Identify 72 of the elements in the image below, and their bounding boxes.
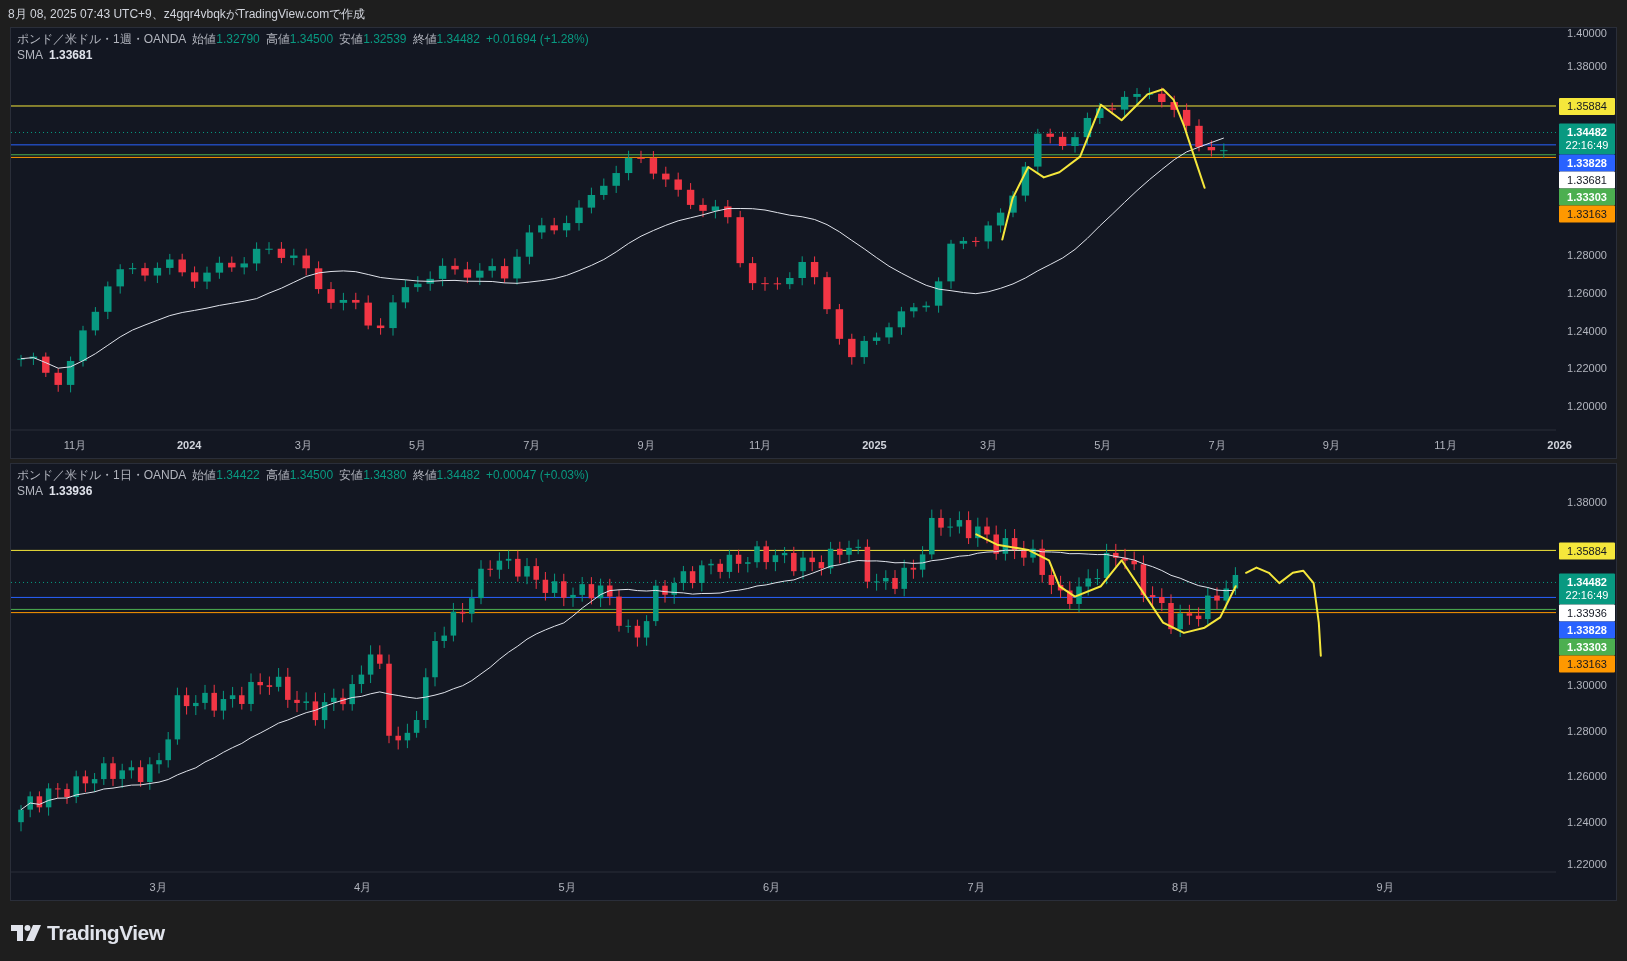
time-axis-label: 11月 xyxy=(63,439,87,451)
price-tag: 1.33828 xyxy=(1559,154,1615,172)
price-tick-label: 1.26000 xyxy=(1567,286,1607,299)
price-tick-label: 1.28000 xyxy=(1567,249,1607,261)
symbol-title: ポンド／米ドル・1日・OANDA xyxy=(17,468,187,482)
time-axis-label: 2024 xyxy=(176,439,202,451)
time-axis-label: 9月 xyxy=(637,439,655,451)
ohlc-label: 終値 xyxy=(412,32,437,46)
ohlc-label: 終値 xyxy=(412,468,437,482)
ohlc-value: 1.34380 xyxy=(363,468,407,482)
time-axis-label: 5月 xyxy=(1094,439,1112,451)
ohlc-label: 高値 xyxy=(265,468,290,482)
time-axis-label: 2025 xyxy=(862,439,887,451)
time-axis-label: 2026 xyxy=(1547,439,1572,451)
price-tick-label: 1.38000 xyxy=(1567,60,1607,72)
time-axis-label: 3月 xyxy=(149,881,167,893)
ohlc-value: 1.34500 xyxy=(289,32,334,46)
symbol-title: ポンド／米ドル・1週・OANDA xyxy=(17,32,187,46)
time-axis-label: 8月 xyxy=(1171,881,1190,893)
price-tick-label: 1.28000 xyxy=(1567,724,1607,737)
price-tag: 1.33303 xyxy=(1559,638,1615,656)
price-tag: 1.33303 xyxy=(1559,188,1615,206)
time-axis-label: 3月 xyxy=(980,439,998,451)
price-tag: 1.35884 xyxy=(1559,542,1615,560)
time-axis-label: 4月 xyxy=(353,881,372,893)
ohlc-value: 1.34482 xyxy=(436,32,480,46)
price-tag: 1.33163 xyxy=(1559,205,1615,223)
price-tag: 1.33163 xyxy=(1559,655,1615,673)
price-tick-label: 1.38000 xyxy=(1567,496,1607,508)
price-tick-label: 1.22000 xyxy=(1567,362,1607,375)
snapshot-caption: 8月 08, 2025 07:43 UTC+9、z4gqr4vbqkがTradingView.comで作成 xyxy=(8,5,366,23)
ohlc-label: 安値 xyxy=(339,468,364,482)
price-tick-label: 1.22000 xyxy=(1567,858,1607,870)
ohlc-label: 始値 xyxy=(192,468,217,482)
time-axis-label: 6月 xyxy=(762,881,781,893)
indicator-name: SMA xyxy=(17,48,43,62)
time-axis-label: 5月 xyxy=(409,439,427,451)
price-tag: 1.34482 22:16:49 xyxy=(1559,123,1615,155)
time-axis-label: 11月 xyxy=(1434,439,1457,451)
time-axis-label: 9月 xyxy=(1376,881,1394,893)
price-tick-label: 1.24000 xyxy=(1567,324,1607,337)
time-axis-label: 7月 xyxy=(1208,439,1226,451)
ohlc-label: 高値 xyxy=(265,32,290,46)
price-change: +0.01694 (+1.28%) xyxy=(485,32,589,46)
price-tag: 1.33828 xyxy=(1559,621,1615,639)
ohlc-value: 1.32790 xyxy=(216,32,260,46)
price-tick-label: 1.40000 xyxy=(1567,28,1607,39)
indicator-value: 1.33681 xyxy=(49,48,93,62)
time-axis-label: 3月 xyxy=(294,439,312,451)
price-tick-label: 1.24000 xyxy=(1567,816,1607,829)
time-axis-label: 9月 xyxy=(1322,439,1340,451)
ohlc-label: 安値 xyxy=(339,32,364,46)
price-tag: 1.33681 xyxy=(1559,171,1615,189)
ohlc-value: 1.34422 xyxy=(216,468,260,482)
ohlc-label: 始値 xyxy=(192,32,217,46)
price-tag: 1.33936 xyxy=(1559,604,1615,622)
price-tag: 1.34482 22:16:49 xyxy=(1559,573,1615,605)
brand-name: TradingView xyxy=(47,920,165,946)
time-axis-label: 7月 xyxy=(523,439,541,451)
ohlc-value: 1.32539 xyxy=(363,32,407,46)
price-tick-label: 1.20000 xyxy=(1567,400,1607,413)
price-tick-label: 1.26000 xyxy=(1567,770,1607,783)
indicator-value: 1.33936 xyxy=(49,484,93,498)
time-axis-label: 5月 xyxy=(558,881,576,893)
indicator-name: SMA xyxy=(17,484,43,498)
price-tick-label: 1.30000 xyxy=(1567,678,1607,691)
time-axis-label: 11月 xyxy=(749,439,772,451)
time-axis-label: 7月 xyxy=(967,881,985,893)
ohlc-value: 1.34500 xyxy=(289,468,334,482)
ohlc-value: 1.34482 xyxy=(436,468,480,482)
price-tag: 1.35884 xyxy=(1559,98,1615,115)
price-change: +0.00047 (+0.03%) xyxy=(485,468,589,482)
